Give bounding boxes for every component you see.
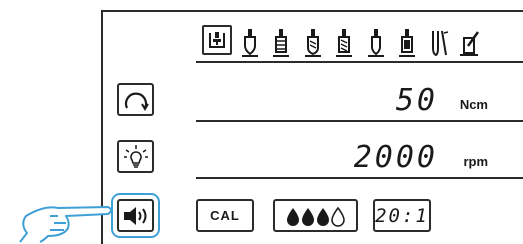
implant-drill-1-icon bbox=[242, 29, 258, 57]
implant-drill-4-icon bbox=[336, 29, 352, 57]
sound-button[interactable] bbox=[111, 193, 160, 238]
tool-drill-5[interactable] bbox=[363, 26, 389, 60]
tool-drill-3[interactable] bbox=[300, 26, 326, 60]
speed-divider bbox=[196, 177, 523, 179]
tool-drill-4[interactable] bbox=[331, 26, 357, 60]
drop-filled bbox=[316, 207, 329, 226]
tool-drill-1[interactable] bbox=[237, 26, 263, 60]
light-button[interactable] bbox=[117, 140, 154, 173]
torque-readout[interactable]: 50 Ncm bbox=[196, 78, 523, 122]
calibrate-button[interactable]: CAL bbox=[196, 199, 254, 232]
irrigation-level-button[interactable] bbox=[273, 199, 358, 232]
speed-readout[interactable]: 2000 rpm bbox=[196, 135, 523, 179]
drop-filled bbox=[286, 207, 299, 226]
rotation-direction-button[interactable] bbox=[117, 83, 154, 116]
torque-unit: Ncm bbox=[459, 97, 488, 112]
tool-implant-surgery[interactable] bbox=[458, 26, 484, 60]
tool-row-divider bbox=[196, 61, 523, 63]
gear-ratio-button[interactable]: 20:1 bbox=[373, 199, 431, 232]
speed-value: 2000 bbox=[353, 140, 438, 175]
pointing-hand-icon bbox=[19, 206, 112, 243]
implant-surgery-icon bbox=[460, 31, 480, 56]
implant-drill-3-icon bbox=[305, 29, 321, 57]
implant-drill-5-icon bbox=[368, 29, 384, 57]
gear-ratio-label: 20:1 bbox=[375, 204, 429, 227]
speaker-icon bbox=[123, 206, 146, 225]
irrigation-drops-icon bbox=[286, 206, 345, 227]
tool-contra-angle-selected[interactable] bbox=[202, 25, 232, 55]
drop-filled bbox=[301, 207, 314, 226]
implant-tools-icon bbox=[432, 30, 449, 57]
drop-empty bbox=[330, 206, 345, 227]
torque-divider bbox=[196, 120, 523, 122]
tool-implant-tools[interactable] bbox=[426, 26, 452, 60]
calibrate-label: CAL bbox=[210, 208, 240, 223]
speed-unit: rpm bbox=[463, 154, 488, 169]
contra-angle-icon bbox=[209, 32, 225, 48]
implant-drill-2-icon bbox=[273, 29, 289, 57]
light-bulb-icon bbox=[123, 144, 148, 168]
implant-drill-6-icon bbox=[399, 29, 415, 57]
tool-drill-6[interactable] bbox=[394, 26, 420, 60]
rotation-arrow-icon bbox=[124, 92, 149, 111]
torque-value: 50 bbox=[395, 83, 438, 118]
tool-drill-2[interactable] bbox=[268, 26, 294, 60]
frame-top-line bbox=[101, 10, 523, 12]
